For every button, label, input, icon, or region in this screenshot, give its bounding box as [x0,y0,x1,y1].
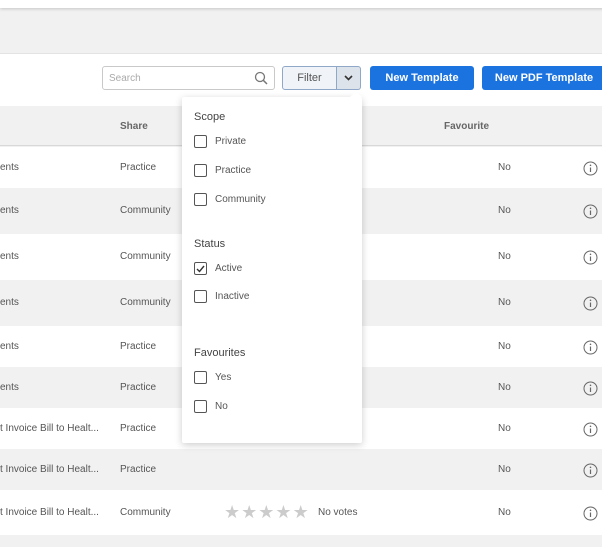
info-icon[interactable] [583,422,598,437]
favourite-value: No [498,464,511,475]
option-label: No [215,401,228,412]
scope-option-practice[interactable]: Practice [194,164,251,177]
option-label: Active [215,263,243,274]
column-header-favourite[interactable]: Favourite [444,121,489,132]
option-label: Practice [215,165,252,176]
favourite-value: No [498,297,511,308]
favourite-value: No [498,423,511,434]
chevron-down-icon [344,75,353,81]
search-box[interactable] [102,66,275,90]
template-name: ents [0,162,19,173]
template-name: ents [0,297,19,308]
filter-button[interactable]: Filter [282,66,337,90]
info-icon[interactable] [583,204,598,219]
favourite-value: No [498,162,511,173]
scope-option-community[interactable]: Community [194,193,266,206]
template-name: ents [0,251,19,262]
template-name: ents [0,382,19,393]
rating-stars[interactable]: ★ ★ ★ ★ ★ [224,503,309,521]
status-option-inactive[interactable]: Inactive [194,290,249,303]
status-option-active[interactable]: Active [194,262,242,275]
info-icon[interactable] [583,463,598,478]
share-value: Community [120,205,171,216]
favourite-value: No [498,251,511,262]
template-name: ents [0,341,19,352]
table-row[interactable]: t Invoice Bill to Healt... Community No ★ ★ ★… [0,490,602,535]
share-value: Practice [120,341,157,352]
info-icon[interactable] [583,250,598,265]
share-value: Practice [120,464,157,475]
status-section-title: Status [194,238,226,250]
share-value: Community [120,251,171,262]
favourites-option-no[interactable]: No [194,400,228,413]
star-icon[interactable]: ★ [258,503,274,521]
share-value: Community [120,297,171,308]
table-row[interactable]: t Invoice Bill to Healt... Practice No [0,449,602,490]
search-icon[interactable] [254,71,268,85]
checkbox[interactable] [194,193,207,206]
favourites-option-yes[interactable]: Yes [194,371,231,384]
checkbox-checked[interactable] [194,262,207,275]
share-value: Practice [120,382,157,393]
favourites-section-title: Favourites [194,347,246,359]
template-name: t Invoice Bill to Healt... [0,464,99,475]
option-label: Yes [215,372,232,383]
scope-option-private[interactable]: Private [194,135,246,148]
check-icon [196,265,205,273]
info-icon[interactable] [583,340,598,355]
star-icon[interactable]: ★ [224,503,240,521]
checkbox[interactable] [194,290,207,303]
column-header-share[interactable]: Share [120,121,148,132]
option-label: Community [215,194,266,205]
checkbox[interactable] [194,400,207,413]
template-name: t Invoice Bill to Healt... [0,507,99,518]
favourite-value: No [498,507,511,518]
dropdown-notch [350,91,362,97]
favourite-value: No [498,341,511,352]
info-icon[interactable] [583,161,598,176]
option-label: Inactive [215,291,250,302]
filter-toggle[interactable] [337,66,361,90]
star-icon[interactable]: ★ [275,503,291,521]
filter-dropdown: Scope Private Practice Community Status … [182,91,362,443]
star-icon[interactable]: ★ [241,503,257,521]
new-pdf-template-button[interactable]: New PDF Template [482,66,602,90]
search-input[interactable] [103,67,243,89]
star-icon[interactable]: ★ [293,503,309,521]
info-icon[interactable] [583,506,598,521]
share-value: Practice [120,162,157,173]
share-value: Community [120,507,171,518]
info-icon[interactable] [583,296,598,311]
checkbox[interactable] [194,135,207,148]
new-template-button[interactable]: New Template [370,66,474,90]
favourite-value: No [498,382,511,393]
checkbox[interactable] [194,164,207,177]
votes-count: No votes [318,507,358,518]
template-name: t Invoice Bill to Healt... [0,423,99,434]
top-bar [0,0,602,8]
scope-section-title: Scope [194,111,226,123]
favourite-value: No [498,205,511,216]
option-label: Private [215,136,247,147]
share-value: Practice [120,423,157,434]
info-icon[interactable] [583,381,598,396]
template-name: ents [0,205,19,216]
checkbox[interactable] [194,371,207,384]
